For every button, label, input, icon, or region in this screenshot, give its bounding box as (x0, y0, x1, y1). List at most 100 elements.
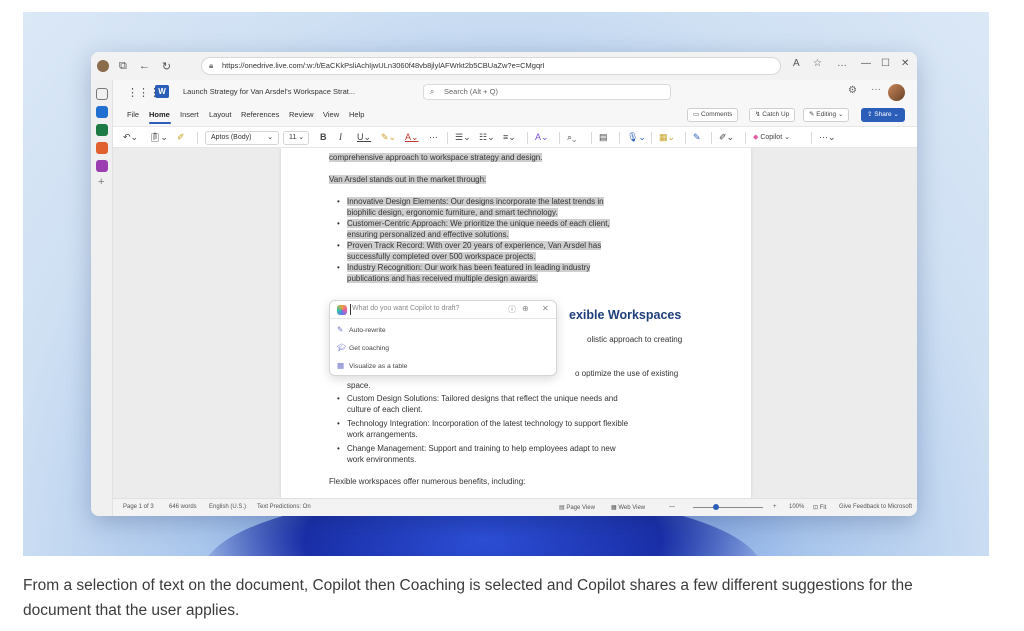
bullet-icon: • (337, 241, 340, 250)
suggestion-get-coaching[interactable]: 🎓︎ Get coaching (337, 343, 389, 352)
bullet-icon: • (337, 419, 340, 428)
more-options-icon[interactable]: ··· (871, 84, 881, 95)
text-caret (350, 304, 351, 315)
info-icon[interactable]: ⓘ (508, 304, 516, 315)
excel-icon[interactable] (96, 124, 108, 136)
language-indicator[interactable]: English (U.S.) (209, 504, 246, 510)
powerpoint-icon[interactable] (96, 142, 108, 154)
dictate-icon[interactable]: 🎙︎⌄ (627, 131, 646, 144)
divider (711, 132, 712, 144)
tab-review[interactable]: Review (289, 110, 314, 119)
designer-icon[interactable]: ✐⌄ (719, 131, 734, 144)
text-predictions[interactable]: Text Predictions: On (257, 504, 311, 510)
undo-icon[interactable]: ↶⌄ (123, 131, 138, 144)
divider (527, 132, 528, 144)
divider (745, 132, 746, 144)
editing-button[interactable]: ✎ Editing ⌄ (803, 108, 850, 122)
tab-home[interactable]: Home (149, 110, 170, 119)
selected-text-line: comprehensive approach to workspace stra… (329, 153, 543, 162)
search-input[interactable]: ⌕ Search (Alt + Q) (423, 84, 671, 100)
tab-view[interactable]: View (323, 110, 339, 119)
tab-help[interactable]: Help (349, 110, 364, 119)
divider (559, 132, 560, 144)
share-button[interactable]: ⇪ Share ⌄ (861, 108, 905, 122)
bullet-line: Innovative Design Elements: Our designs … (347, 197, 604, 206)
bullet-line: work arrangements. (347, 430, 418, 439)
close-icon[interactable]: ✕ (542, 304, 549, 313)
word-count[interactable]: 646 words (169, 504, 197, 510)
underline-icon[interactable]: U⌄ (357, 131, 371, 144)
font-size-select[interactable]: 11 ⌄ (283, 131, 309, 145)
document-canvas[interactable]: comprehensive approach to workspace stra… (113, 148, 917, 498)
view-icon[interactable]: ▤ (599, 131, 608, 144)
styles-icon[interactable]: A⌄ (535, 131, 549, 144)
document-title[interactable]: Launch Strategy for Van Arsdel's Workspa… (183, 87, 355, 96)
format-painter-icon[interactable]: ✐ (177, 131, 185, 144)
tab-insert[interactable]: Insert (180, 110, 199, 119)
highlight-icon[interactable]: ✎⌄ (381, 131, 396, 144)
close-button[interactable]: ✕ (901, 58, 909, 69)
font-name-select[interactable]: Aptos (Body) ⌄ (205, 131, 279, 145)
fit-button[interactable]: ⊡ Fit (813, 504, 826, 511)
bold-icon[interactable]: B (320, 131, 327, 144)
paragraph-line: space. (347, 381, 371, 390)
overflow-icon[interactable]: ···⌄ (819, 131, 836, 144)
zoom-out-icon[interactable]: — (669, 504, 675, 510)
editor-icon[interactable]: ✎ (693, 131, 701, 144)
bullet-line: work environments. (347, 455, 417, 464)
tab-layout[interactable]: Layout (209, 110, 232, 119)
comments-button[interactable]: ▭ Comments (687, 108, 739, 122)
bullet-icon: • (337, 394, 340, 403)
onenote-icon[interactable] (96, 160, 108, 172)
bullets-icon[interactable]: ☰⌄ (455, 131, 471, 144)
back-icon[interactable]: ← (139, 60, 150, 72)
add-icon[interactable]: + (98, 176, 104, 188)
divider (685, 132, 686, 144)
table-insert-icon[interactable]: ▦⌄ (659, 131, 675, 144)
refresh-icon[interactable]: ↻ (162, 60, 171, 73)
url-text: https://onedrive.live.com/:w:/t/EaCKkPsl… (222, 61, 545, 70)
zoom-slider-thumb[interactable] (713, 504, 719, 510)
suggestion-label: Get coaching (349, 345, 390, 352)
zoom-in-icon[interactable]: + (773, 504, 777, 510)
more-font-icon[interactable]: ··· (429, 131, 438, 144)
read-aloud-icon[interactable]: A (793, 58, 800, 69)
copilot-button[interactable]: ◆ Copilot ⌄ (753, 131, 790, 144)
bullet-line: publications and has received multiple d… (347, 274, 539, 283)
closing-paragraph: Flexible workspaces offer numerous benef… (329, 477, 526, 486)
numbering-icon[interactable]: ☷⌄ (479, 131, 495, 144)
paste-icon[interactable]: 📋︎⌄ (149, 131, 168, 144)
divider (591, 132, 592, 144)
catch-up-button[interactable]: ↯ Catch Up (749, 108, 796, 122)
suggestion-auto-rewrite[interactable]: ✎ Auto-rewrite (337, 325, 386, 334)
tabs-icon[interactable]: ⧉ (119, 60, 127, 73)
avatar[interactable] (888, 84, 905, 101)
suggestion-visualize-table[interactable]: ▦ Visualize as a table (337, 361, 407, 370)
italic-icon[interactable]: I (339, 131, 342, 144)
tab-file[interactable]: File (127, 110, 139, 119)
feedback-link[interactable]: Give Feedback to Microsoft (839, 504, 912, 510)
copilot-prompt-input[interactable]: What do you want Copilot to draft? ⓘ ⊕ ✕ (330, 301, 556, 319)
send-icon[interactable]: ⊕ (522, 304, 529, 313)
tab-references[interactable]: References (241, 110, 279, 119)
sidebar-toggle-icon[interactable] (96, 88, 108, 100)
address-bar[interactable]: 🔒︎ https://onedrive.live.com/:w:/t/EaCKk… (201, 57, 781, 75)
align-icon[interactable]: ≡⌄ (503, 131, 516, 144)
outlook-icon[interactable] (96, 106, 108, 118)
page-view-button[interactable]: ▤ Page View (559, 504, 595, 511)
browser-titlebar: ⧉ ← ↻ 🔒︎ https://onedrive.live.com/:w:/t… (91, 52, 917, 80)
minimize-button[interactable]: — (861, 58, 871, 69)
divider (651, 132, 652, 144)
web-view-button[interactable]: ▦ Web View (611, 504, 645, 511)
find-icon[interactable]: ⌕⌄ (567, 131, 576, 144)
maximize-button[interactable]: ☐ (881, 58, 890, 69)
profile-icon[interactable] (97, 60, 109, 72)
browser-menu-button[interactable]: … (837, 58, 847, 69)
settings-icon[interactable]: ⚙ (848, 85, 857, 96)
zoom-level[interactable]: 100% (789, 504, 804, 510)
menu-bar: File Home Insert Layout References Revie… (113, 104, 917, 126)
font-color-icon[interactable]: A⌄ (405, 131, 419, 144)
favorite-icon[interactable]: ☆ (813, 58, 822, 69)
zoom-slider[interactable] (693, 507, 763, 508)
page-count: Page 1 of 3 (123, 504, 154, 510)
